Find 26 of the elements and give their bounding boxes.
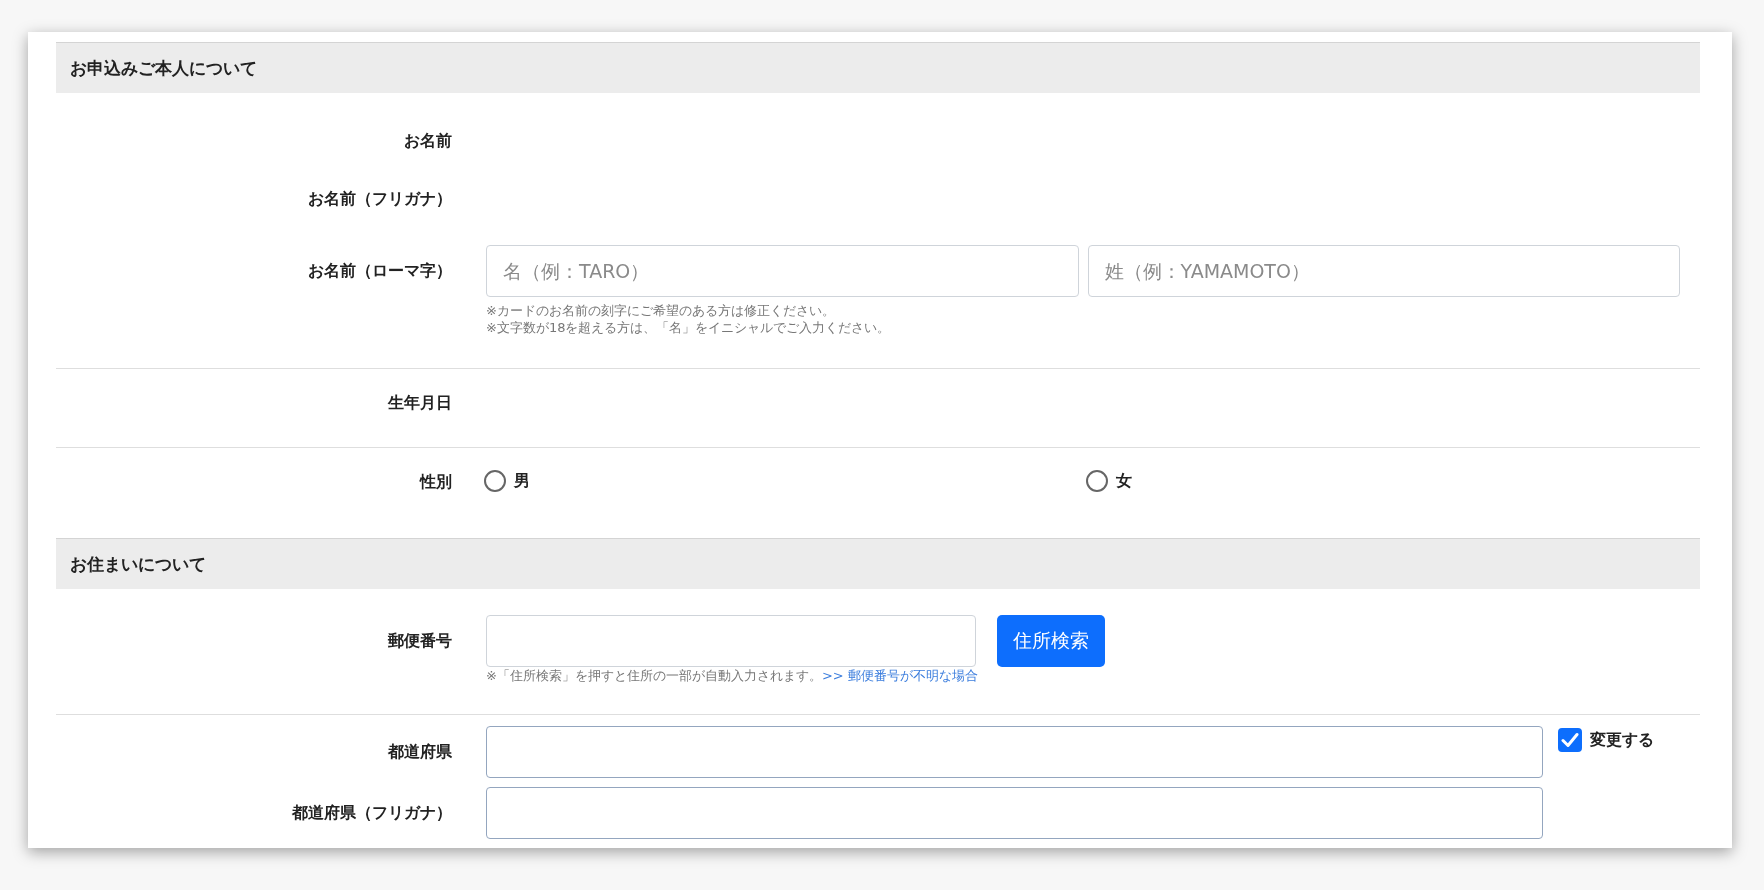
checkbox[interactable] xyxy=(1558,728,1582,752)
note-text: ※「住所検索」を押すと住所の一部が自動入力されます。>> 郵便番号が不明な場合 xyxy=(486,667,979,684)
field-label: お名前（フリガナ） xyxy=(308,188,452,210)
section-header: お住まいについて xyxy=(56,538,1700,589)
section-header: お申込みご本人について xyxy=(56,42,1700,93)
link[interactable]: >> 郵便番号が不明な場合 xyxy=(821,668,978,683)
input-field[interactable] xyxy=(486,787,1543,839)
field-label: お名前 xyxy=(404,130,452,152)
radio-label: 女 xyxy=(1115,470,1132,492)
input-field[interactable]: 姓（例：YAMAMOTO） xyxy=(1087,245,1680,297)
checkbox-label: 変更する xyxy=(1590,729,1654,751)
input-field[interactable]: 名（例：TARO） xyxy=(486,245,1079,297)
radio-button[interactable] xyxy=(484,470,506,492)
input-field[interactable] xyxy=(486,615,976,667)
radio-label: 男 xyxy=(514,470,530,492)
input-field[interactable] xyxy=(486,726,1543,778)
field-label: 性別 xyxy=(420,471,452,493)
field-label: 都道府県 xyxy=(388,741,452,763)
field-label: 生年月日 xyxy=(388,392,452,414)
field-label: お名前（ローマ字） xyxy=(308,260,452,282)
note-text: ※カードのお名前の刻字にご希望のある方は修正ください。 xyxy=(486,302,836,319)
field-label: 都道府県（フリガナ） xyxy=(292,802,452,824)
field-label: 郵便番号 xyxy=(388,630,452,652)
radio-button[interactable] xyxy=(1085,470,1108,492)
note-text: ※文字数が18を超える方は、「名」をイニシャルでご入力ください。 xyxy=(486,319,892,336)
search-button[interactable]: 住所検索 xyxy=(997,615,1105,667)
